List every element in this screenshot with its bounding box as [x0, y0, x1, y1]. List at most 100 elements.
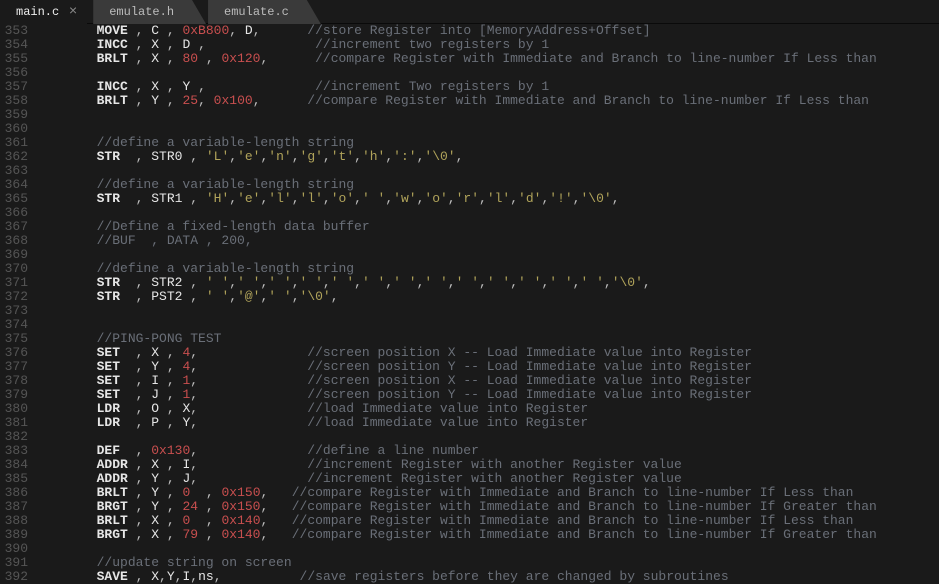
- code-line[interactable]: [42, 304, 939, 318]
- code-line[interactable]: [42, 122, 939, 136]
- code-line[interactable]: //BUF , DATA , 200,: [42, 234, 939, 248]
- code-line[interactable]: STR , STR1 , 'H','e','l','l','o',' ','w'…: [42, 192, 939, 206]
- code-line[interactable]: SET , Y , 4, //screen position Y -- Load…: [42, 360, 939, 374]
- line-number: 355: [0, 52, 28, 66]
- token-rg: P: [151, 415, 159, 430]
- token-pn: ,: [128, 191, 151, 206]
- token-rg: ns: [198, 569, 214, 584]
- token-ch: ' ': [237, 275, 260, 290]
- token-pn: ,: [198, 527, 221, 542]
- line-number: 389: [0, 528, 28, 542]
- code-line[interactable]: [42, 66, 939, 80]
- code-line[interactable]: SET , J , 1, //screen position Y -- Load…: [42, 388, 939, 402]
- token-nm: 24: [182, 499, 198, 514]
- code-line[interactable]: //define a variable-length string: [42, 136, 939, 150]
- token-pn: ,: [128, 345, 151, 360]
- token-pn: ,: [448, 275, 456, 290]
- code-line[interactable]: LDR , P , Y, //load Immediate value into…: [42, 416, 939, 430]
- token-nm: 0x150: [221, 485, 260, 500]
- line-number: 368: [0, 234, 28, 248]
- code-line[interactable]: SAVE , X,Y,I,ns, //save registers before…: [42, 570, 939, 584]
- token-rg: J: [151, 387, 159, 402]
- code-line[interactable]: MOVE , C , 0xB800, D, //store Register i…: [42, 24, 939, 38]
- code-line[interactable]: [42, 206, 939, 220]
- line-gutter: 3533543553563573583593603613623633643653…: [0, 24, 36, 584]
- token-pn: ,: [479, 191, 487, 206]
- token-pn: ,: [159, 359, 182, 374]
- tab-emulate-c[interactable]: emulate.c: [208, 0, 321, 24]
- token-pn: ,: [456, 149, 464, 164]
- code-line[interactable]: DEF , 0x130, //define a line number: [42, 444, 939, 458]
- code-line[interactable]: STR , STR0 , 'L','e','n','g','t','h',':'…: [42, 150, 939, 164]
- token-cm: //increment Register with another Regist…: [307, 457, 681, 472]
- token-cm: //define a variable-length string: [97, 177, 354, 192]
- token-ch: ' ': [206, 275, 229, 290]
- token-pn: ,: [510, 275, 518, 290]
- token-pn: ,: [159, 471, 182, 486]
- token-ch: 'e': [237, 191, 260, 206]
- token-cm: //BUF , DATA , 200,: [97, 233, 253, 248]
- code-line[interactable]: //define a variable-length string: [42, 262, 939, 276]
- code-line[interactable]: BRLT , Y , 25, 0x100, //compare Register…: [42, 94, 939, 108]
- token-pn: ,: [128, 359, 151, 374]
- code-line[interactable]: //Define a fixed-length data buffer: [42, 220, 939, 234]
- token-ch: 'o': [424, 191, 447, 206]
- token-cm: //screen position Y -- Load Immediate va…: [307, 387, 752, 402]
- line-number: 360: [0, 122, 28, 136]
- editor[interactable]: 3533543553563573583593603613623633643653…: [0, 24, 939, 584]
- code-line[interactable]: [42, 164, 939, 178]
- token-cm: //compare Register with Immediate and Br…: [315, 51, 877, 66]
- tab-bar: main.c × emulate.h emulate.c: [0, 0, 939, 24]
- code-line[interactable]: LDR , O , X, //load Immediate value into…: [42, 402, 939, 416]
- token-pn: ,: [190, 387, 307, 402]
- token-mn: INCC: [97, 37, 128, 52]
- token-pn: ,: [128, 51, 151, 66]
- token-pn: ,: [159, 457, 182, 472]
- code-line[interactable]: BRGT , X , 79 , 0x140, //compare Registe…: [42, 528, 939, 542]
- code-line[interactable]: BRLT , X , 80 , 0x120, //compare Registe…: [42, 52, 939, 66]
- code-line[interactable]: //define a variable-length string: [42, 178, 939, 192]
- line-number: 383: [0, 444, 28, 458]
- token-cm: //load Immediate value into Register: [307, 401, 588, 416]
- token-nm: 80: [182, 51, 198, 66]
- code-line[interactable]: ADDR , Y , J, //increment Register with …: [42, 472, 939, 486]
- code-line[interactable]: INCC , X , Y , //increment Two registers…: [42, 80, 939, 94]
- code-line[interactable]: ADDR , X , I, //increment Register with …: [42, 458, 939, 472]
- code-line[interactable]: STR , STR2 , ' ',' ',' ',' ',' ',' ',' '…: [42, 276, 939, 290]
- code-line[interactable]: [42, 248, 939, 262]
- token-ch: '\0': [612, 275, 643, 290]
- tab-emulate-h[interactable]: emulate.h: [93, 0, 206, 24]
- token-rg: X: [151, 79, 159, 94]
- token-mn: BRLT: [97, 93, 128, 108]
- code-line[interactable]: [42, 108, 939, 122]
- line-number: 372: [0, 290, 28, 304]
- token-rg: D: [245, 24, 253, 38]
- token-pn: ,: [448, 191, 456, 206]
- code-line[interactable]: [42, 542, 939, 556]
- code-line[interactable]: INCC , X , D , //increment two registers…: [42, 38, 939, 52]
- code-line[interactable]: BRLT , Y , 0 , 0x150, //compare Register…: [42, 486, 939, 500]
- token-pn: ,: [128, 415, 151, 430]
- token-rg: X: [151, 37, 159, 52]
- code-line[interactable]: //update string on screen: [42, 556, 939, 570]
- token-rg: STR0: [151, 149, 182, 164]
- tab-main-c[interactable]: main.c ×: [0, 0, 87, 24]
- code-line[interactable]: [42, 318, 939, 332]
- token-pn: ,: [260, 499, 291, 514]
- token-pn: ,: [128, 527, 151, 542]
- code-line[interactable]: BRLT , X , 0 , 0x140, //compare Register…: [42, 514, 939, 528]
- code-line[interactable]: STR , PST2 , ' ','@',' ','\0',: [42, 290, 939, 304]
- code-line[interactable]: //PING-PONG TEST: [42, 332, 939, 346]
- code-line[interactable]: SET , I , 1, //screen position X -- Load…: [42, 374, 939, 388]
- code-line[interactable]: [42, 430, 939, 444]
- code-line[interactable]: SET , X , 4, //screen position X -- Load…: [42, 346, 939, 360]
- close-icon[interactable]: ×: [69, 0, 77, 24]
- token-pn: ,: [190, 401, 307, 416]
- token-pn: ,: [292, 275, 300, 290]
- token-pn: ,: [190, 345, 307, 360]
- token-ch: 'o': [331, 191, 354, 206]
- token-pn: ,: [182, 191, 205, 206]
- code-line[interactable]: BRGT , Y , 24 , 0x150, //compare Registe…: [42, 500, 939, 514]
- code-area[interactable]: MOVE , C , 0xB800, D, //store Register i…: [36, 24, 939, 584]
- token-pn: ,: [128, 457, 151, 472]
